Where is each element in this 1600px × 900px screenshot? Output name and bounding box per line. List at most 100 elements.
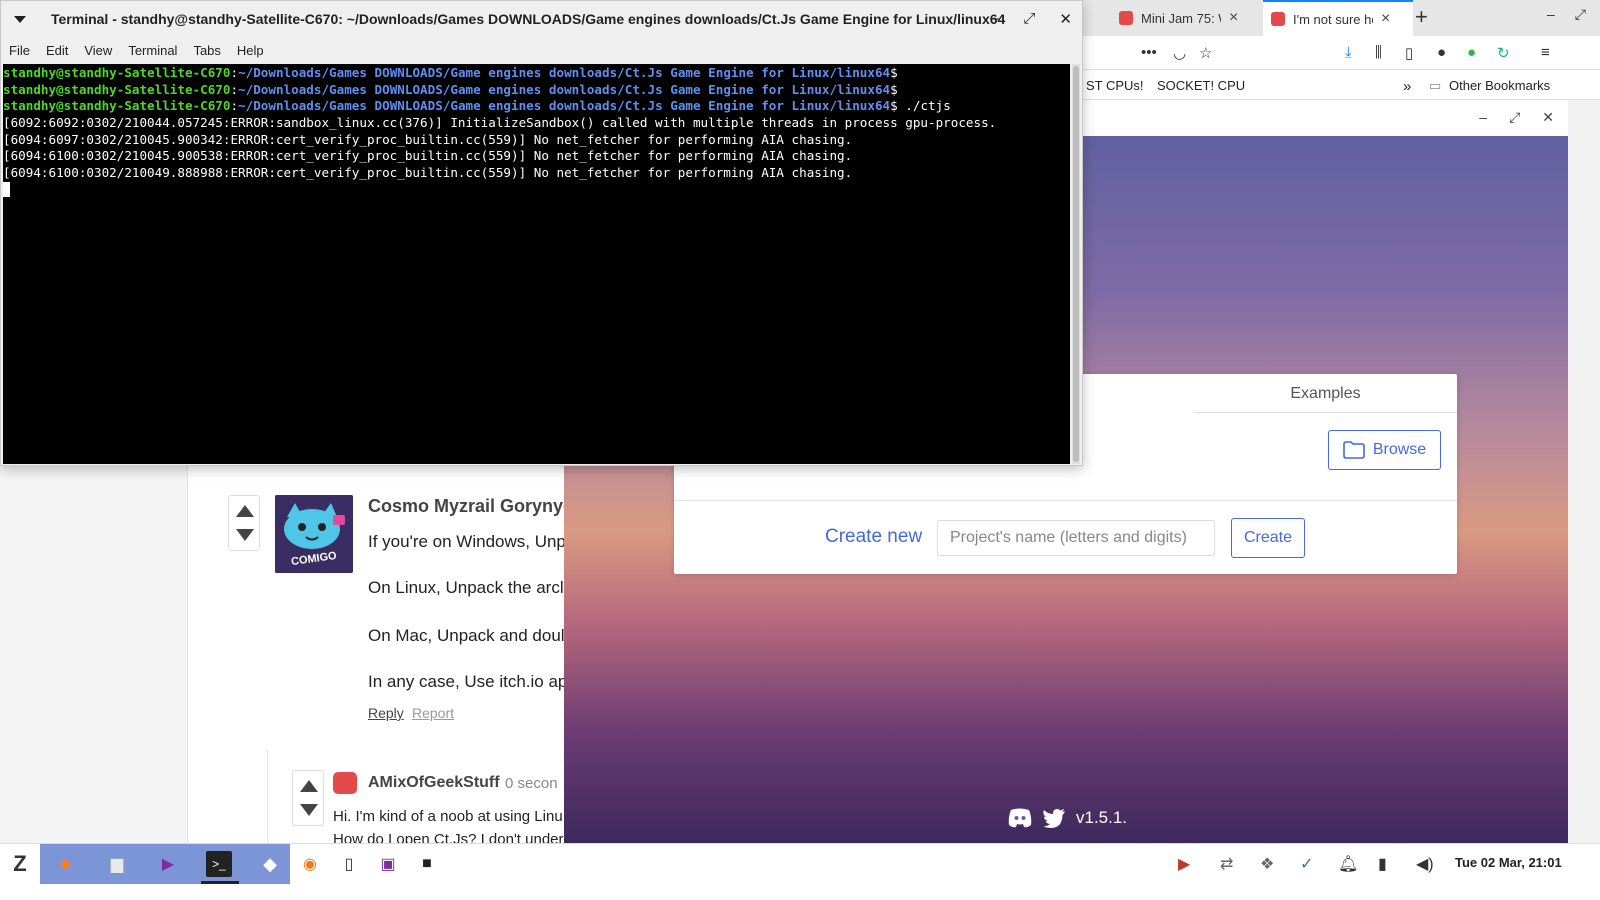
tab-title: I'm not sure ho [1293, 11, 1373, 27]
avatar[interactable] [333, 772, 357, 794]
zorin-menu-icon[interactable]: Z [0, 844, 40, 884]
terminal-line: [6094:6097:0302/210045.900342:ERROR:cert… [3, 131, 853, 147]
window-app-icon[interactable]: ■ [414, 851, 440, 877]
minimize-icon[interactable]: – [1479, 109, 1487, 126]
battery-icon[interactable]: ▮ [1378, 854, 1387, 874]
camera-icon[interactable]: ▶ [1178, 854, 1190, 874]
bookmark-socket-cpu[interactable]: SOCKET! CPU [1157, 78, 1245, 93]
sidebar-icon[interactable]: ▯ [1405, 44, 1413, 62]
project-name-input[interactable] [937, 520, 1215, 556]
maximize-icon[interactable]: ⤢ [1509, 109, 1520, 126]
text-cursor [3, 181, 10, 197]
minimize-icon[interactable]: – [1547, 6, 1555, 23]
itch-favicon-icon [1119, 11, 1133, 25]
comment-author[interactable]: Cosmo Myzrail Gorynych [368, 496, 584, 517]
bookmarks-overflow-icon[interactable]: » [1403, 78, 1411, 95]
close-icon[interactable]: × [1229, 9, 1238, 27]
comment-time: 0 secon [505, 775, 558, 792]
create-button[interactable]: Create [1231, 518, 1305, 558]
browse-button[interactable]: Browse [1328, 430, 1441, 470]
maximize-icon[interactable]: ⤢ [1575, 6, 1586, 23]
menu-edit[interactable]: Edit [46, 39, 68, 63]
menu-file[interactable]: File [9, 39, 30, 63]
comment-line: Hi. I'm kind of a noob at using Linu [333, 808, 563, 825]
downvote-icon[interactable] [236, 529, 254, 541]
account-icon[interactable]: ● [1437, 44, 1446, 61]
ctjs-footer: v1.5.1. [1008, 808, 1127, 828]
files-icon[interactable]: ▆ [104, 851, 130, 877]
folder-icon: ▭ [1429, 78, 1442, 93]
firefox-nav-bar: ••• ◡ ☆ ⤓ ⫼ ▯ ● ● ↻ ≡ [1083, 36, 1600, 70]
firefox-window-controls: – ⤢ [1547, 6, 1586, 23]
terminal-scrollbar[interactable] [1072, 64, 1080, 464]
menu-help[interactable]: Help [237, 39, 264, 63]
upvote-icon[interactable] [300, 780, 318, 792]
vk-icon[interactable]: ✓ [1300, 854, 1313, 874]
bookmark-star-icon[interactable]: ☆ [1199, 44, 1212, 62]
document-icon[interactable]: ▯ [336, 851, 362, 877]
close-icon[interactable]: ✕ [1542, 109, 1554, 126]
version-label: v1.5.1. [1076, 808, 1128, 827]
blender-icon[interactable]: ◉ [297, 851, 323, 877]
comment-line: On Linux, Unpack the arcl [368, 578, 564, 597]
menu-terminal[interactable]: Terminal [128, 39, 177, 63]
sync-extension-icon[interactable]: ↻ [1497, 44, 1510, 62]
folder-icon [1343, 441, 1365, 459]
download-icon[interactable]: ⤓ [1345, 44, 1352, 61]
browser-tab-mini-jam[interactable]: Mini Jam 75: W × [1111, 0, 1261, 36]
divider [674, 500, 1457, 501]
terminal-output[interactable]: standhy@standhy-Satellite-C670:~/Downloa… [3, 64, 1070, 464]
menu-view[interactable]: View [84, 39, 112, 63]
notification-bell-icon[interactable]: 🔔︎ [1338, 854, 1358, 874]
reply-link[interactable]: Reply [368, 705, 404, 721]
downvote-icon[interactable] [300, 804, 318, 816]
menu-tabs[interactable]: Tabs [193, 39, 220, 63]
tab-examples[interactable]: Examples [1194, 374, 1457, 413]
page-actions-icon[interactable]: ••• [1141, 44, 1157, 61]
create-new-label: Create new [825, 526, 923, 547]
extension-icon[interactable]: ● [1467, 44, 1476, 61]
comment-line: On Mac, Unpack and doul [368, 626, 565, 645]
terminal-line: standhy@standhy-Satellite-C670:~/Downloa… [3, 81, 898, 97]
vote-widget [228, 495, 260, 551]
terminal-icon[interactable]: >_ [206, 851, 232, 877]
menu-icon[interactable]: ≡ [1541, 44, 1550, 61]
comment-author[interactable]: AMixOfGeekStuff [368, 774, 500, 792]
media-app-icon[interactable]: ▣ [375, 851, 401, 877]
transfer-icon[interactable]: ⇄ [1220, 854, 1233, 874]
scrollbar-thumb[interactable] [1073, 66, 1079, 462]
ctjs-app-icon[interactable]: ◆ [257, 851, 283, 877]
browser-tab-not-sure[interactable]: I'm not sure ho × [1263, 0, 1413, 36]
terminal-line: standhy@standhy-Satellite-C670:~/Downloa… [3, 98, 951, 114]
clock[interactable]: Tue 02 Mar, 21:01 [1455, 855, 1562, 870]
pocket-icon[interactable]: ◡ [1173, 44, 1186, 62]
volume-icon[interactable]: ◀) [1416, 854, 1434, 874]
close-icon[interactable]: × [1381, 10, 1390, 28]
tab-title: Mini Jam 75: W [1141, 10, 1221, 26]
terminal-menubar: File Edit View Terminal Tabs Help [1, 39, 1082, 63]
minimize-icon[interactable]: – [991, 10, 999, 28]
taskbar-pinned-apps: ● ▆ ▶ >_ ◆ [40, 844, 290, 884]
firefox-icon[interactable]: ● [52, 851, 78, 877]
bookmark-other[interactable]: Other Bookmarks [1449, 78, 1550, 93]
discord-icon[interactable] [1008, 808, 1032, 828]
terminal-line: [6094:6100:0302/210049.888988:ERROR:cert… [3, 165, 853, 181]
dropbox-icon[interactable]: ❖ [1260, 854, 1274, 874]
new-tab-icon[interactable]: + [1415, 4, 1428, 30]
bookmarks-toolbar: ST CPUs! SOCKET! CPU » ▭ Other Bookmarks [1083, 70, 1600, 100]
close-icon[interactable]: ✕ [1059, 10, 1072, 28]
terminal-line: [6094:6100:0302/210045.900538:ERROR:cert… [3, 148, 853, 164]
terminal-titlebar: Terminal - standhy@standhy-Satellite-C67… [1, 1, 1082, 39]
upvote-icon[interactable] [236, 505, 254, 517]
avatar[interactable]: COMIGO [275, 495, 353, 573]
active-app-indicator [201, 881, 239, 884]
bookmark-st-cpus[interactable]: ST CPUs! [1086, 78, 1144, 93]
video-player-icon[interactable]: ▶ [155, 851, 181, 877]
terminal-cursor-line [3, 181, 1070, 199]
report-link[interactable]: Report [412, 705, 454, 721]
terminal-line: [6092:6092:0302/210044.057245:ERROR:sand… [3, 115, 997, 131]
maximize-icon[interactable]: ⤢ [1023, 10, 1035, 28]
twitter-icon[interactable] [1042, 808, 1066, 828]
library-icon[interactable]: ⫼ [1375, 44, 1382, 61]
window-menu-icon[interactable] [14, 16, 26, 23]
